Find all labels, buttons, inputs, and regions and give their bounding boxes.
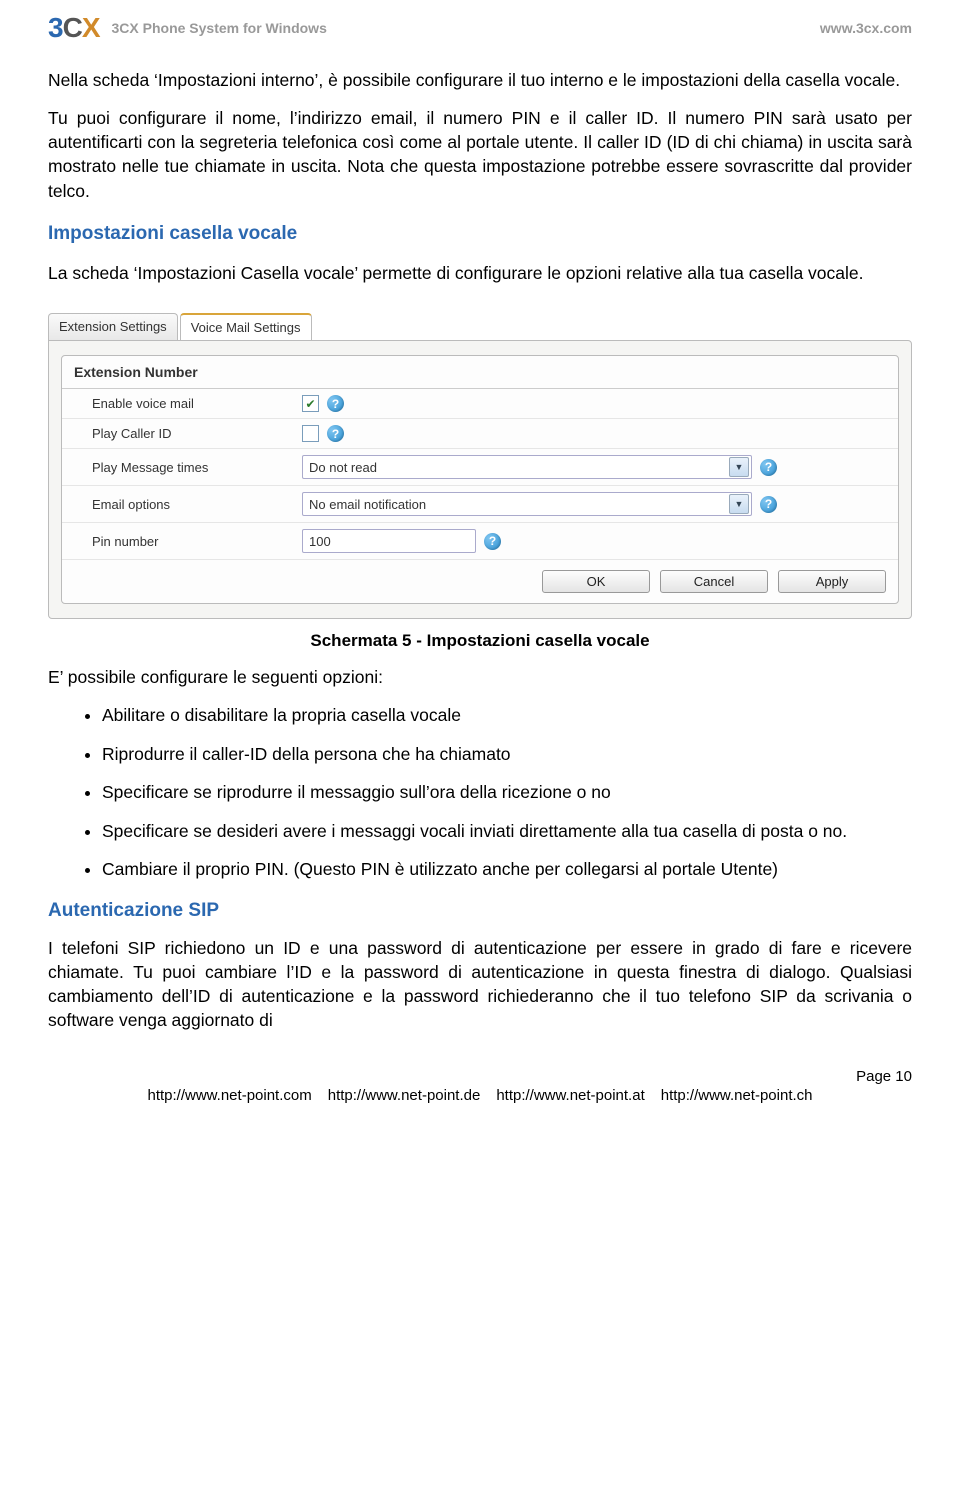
cancel-button[interactable]: Cancel bbox=[660, 570, 768, 593]
list-item: Specificare se riprodurre il messaggio s… bbox=[102, 780, 912, 805]
label-enable-voice-mail: Enable voice mail bbox=[74, 396, 302, 411]
apply-button[interactable]: Apply bbox=[778, 570, 886, 593]
site-url: www.3cx.com bbox=[820, 20, 912, 36]
help-icon[interactable]: ? bbox=[760, 496, 777, 513]
select-play-message-times[interactable]: Do not read ▼ bbox=[302, 455, 752, 479]
tab-voice-mail-settings[interactable]: Voice Mail Settings bbox=[180, 313, 312, 340]
chevron-down-icon: ▼ bbox=[729, 494, 749, 514]
chevron-down-icon: ▼ bbox=[729, 457, 749, 477]
paragraph: E’ possibile configurare le seguenti opz… bbox=[48, 665, 912, 689]
figure-caption: Schermata 5 - Impostazioni casella vocal… bbox=[48, 631, 912, 651]
heading-sip-auth: Autenticazione SIP bbox=[48, 900, 912, 922]
checkbox-enable-voice-mail[interactable]: ✔ bbox=[302, 395, 319, 412]
section-extension-number: Extension Number bbox=[62, 356, 898, 389]
select-email-options[interactable]: No email notification ▼ bbox=[302, 492, 752, 516]
footer-link: http://www.net-point.ch bbox=[661, 1087, 813, 1104]
heading-voicemail-settings: Impostazioni casella vocale bbox=[48, 221, 912, 247]
help-icon[interactable]: ? bbox=[760, 459, 777, 476]
help-icon[interactable]: ? bbox=[327, 425, 344, 442]
footer-link: http://www.net-point.at bbox=[496, 1087, 644, 1104]
page-header: 3CX 3CX Phone System for Windows www.3cx… bbox=[48, 12, 912, 44]
list-item: Specificare se desideri avere i messaggi… bbox=[102, 819, 912, 844]
checkbox-play-caller-id[interactable] bbox=[302, 425, 319, 442]
ok-button[interactable]: OK bbox=[542, 570, 650, 593]
select-value: Do not read bbox=[309, 460, 377, 475]
screenshot-voicemail-settings: Extension Settings Voice Mail Settings E… bbox=[48, 313, 912, 619]
logo-3cx: 3CX bbox=[48, 12, 100, 44]
input-pin-number[interactable]: 100 bbox=[302, 529, 476, 553]
tab-extension-settings[interactable]: Extension Settings bbox=[48, 313, 178, 340]
label-pin-number: Pin number bbox=[74, 534, 302, 549]
list-item: Cambiare il proprio PIN. (Questo PIN è u… bbox=[102, 857, 912, 882]
label-email-options: Email options bbox=[74, 497, 302, 512]
select-value: No email notification bbox=[309, 497, 426, 512]
label-play-message-times: Play Message times bbox=[74, 460, 302, 475]
help-icon[interactable]: ? bbox=[327, 395, 344, 412]
product-name: 3CX Phone System for Windows bbox=[112, 20, 327, 36]
paragraph: Nella scheda ‘Impostazioni interno’, è p… bbox=[48, 68, 912, 92]
paragraph: I telefoni SIP richiedono un ID e una pa… bbox=[48, 936, 912, 1033]
list-item: Riprodurre il caller-ID della persona ch… bbox=[102, 742, 912, 767]
footer-link: http://www.net-point.de bbox=[328, 1087, 481, 1104]
label-play-caller-id: Play Caller ID bbox=[74, 426, 302, 441]
footer-link: http://www.net-point.com bbox=[147, 1087, 311, 1104]
help-icon[interactable]: ? bbox=[484, 533, 501, 550]
list-item: Abilitare o disabilitare la propria case… bbox=[102, 703, 912, 728]
paragraph: Tu puoi configurare il nome, l’indirizzo… bbox=[48, 106, 912, 203]
paragraph: La scheda ‘Impostazioni Casella vocale’ … bbox=[48, 261, 912, 285]
page-number: Page 10 bbox=[48, 1068, 912, 1085]
options-list: Abilitare o disabilitare la propria case… bbox=[48, 703, 912, 882]
footer-links: http://www.net-point.com http://www.net-… bbox=[48, 1087, 912, 1104]
